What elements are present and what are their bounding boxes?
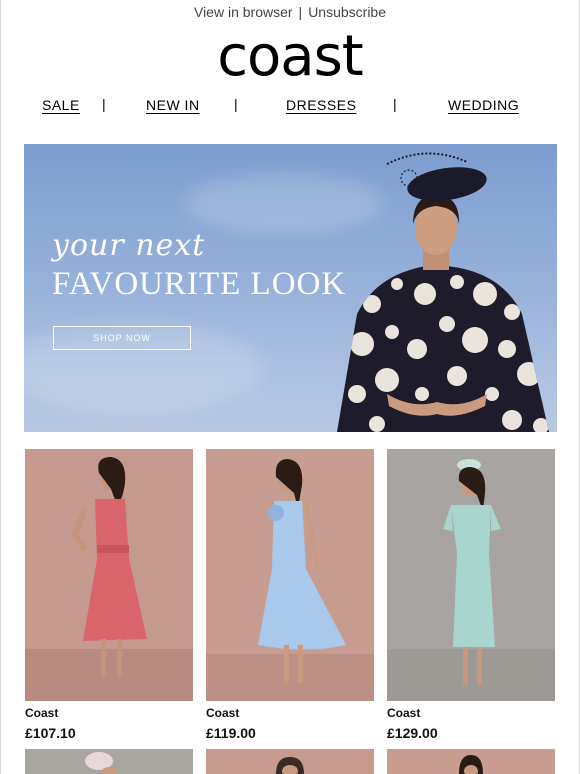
product-card[interactable]: Coast £107.10 bbox=[25, 449, 193, 741]
main-nav: SALE | NEW IN | DRESSES | WEDDING bbox=[0, 96, 580, 117]
view-in-browser-link[interactable]: View in browser bbox=[194, 4, 293, 20]
hero-headline: FAVOURITE LOOK bbox=[52, 266, 347, 302]
product-image[interactable] bbox=[25, 449, 193, 701]
nav-divider: | bbox=[234, 96, 238, 112]
product-brand: Coast bbox=[25, 706, 59, 720]
product-dress-illustration bbox=[387, 459, 555, 701]
hero-banner[interactable]: your next FAVOURITE LOOK SHOP NOW bbox=[24, 144, 557, 432]
hero-script-text: your next bbox=[52, 228, 206, 263]
product-image[interactable] bbox=[206, 449, 374, 701]
product-dress-illustration bbox=[25, 457, 193, 701]
product-dress-illustration bbox=[206, 459, 374, 701]
product-image-preview bbox=[276, 757, 304, 774]
preheader-separator: | bbox=[298, 4, 303, 20]
nav-divider: | bbox=[393, 96, 397, 112]
product-grid-next-row bbox=[0, 749, 580, 774]
brand-logo[interactable]: coast bbox=[0, 22, 580, 92]
unsubscribe-link[interactable]: Unsubscribe bbox=[308, 4, 386, 20]
product-card[interactable]: Coast £119.00 bbox=[206, 449, 374, 741]
nav-divider: | bbox=[102, 96, 106, 112]
product-brand: Coast bbox=[206, 706, 240, 720]
product-image[interactable] bbox=[387, 749, 555, 774]
product-image-preview bbox=[85, 752, 117, 774]
product-price: £107.10 bbox=[25, 725, 76, 741]
product-image[interactable] bbox=[25, 749, 193, 774]
product-image[interactable] bbox=[387, 449, 555, 701]
shop-now-button[interactable]: SHOP NOW bbox=[53, 326, 191, 350]
product-image-preview bbox=[459, 755, 483, 774]
nav-item-sale[interactable]: SALE bbox=[42, 97, 80, 113]
hero-model-image bbox=[337, 152, 549, 432]
product-price: £129.00 bbox=[387, 725, 438, 741]
product-price: £119.00 bbox=[206, 725, 256, 741]
preheader: View in browser | Unsubscribe bbox=[0, 4, 580, 20]
product-card[interactable]: Coast £129.00 bbox=[387, 449, 555, 741]
nav-item-wedding[interactable]: WEDDING bbox=[448, 97, 519, 113]
nav-item-dresses[interactable]: DRESSES bbox=[286, 97, 356, 113]
nav-item-new-in[interactable]: NEW IN bbox=[146, 97, 200, 113]
product-brand: Coast bbox=[387, 706, 421, 720]
product-image[interactable] bbox=[206, 749, 374, 774]
